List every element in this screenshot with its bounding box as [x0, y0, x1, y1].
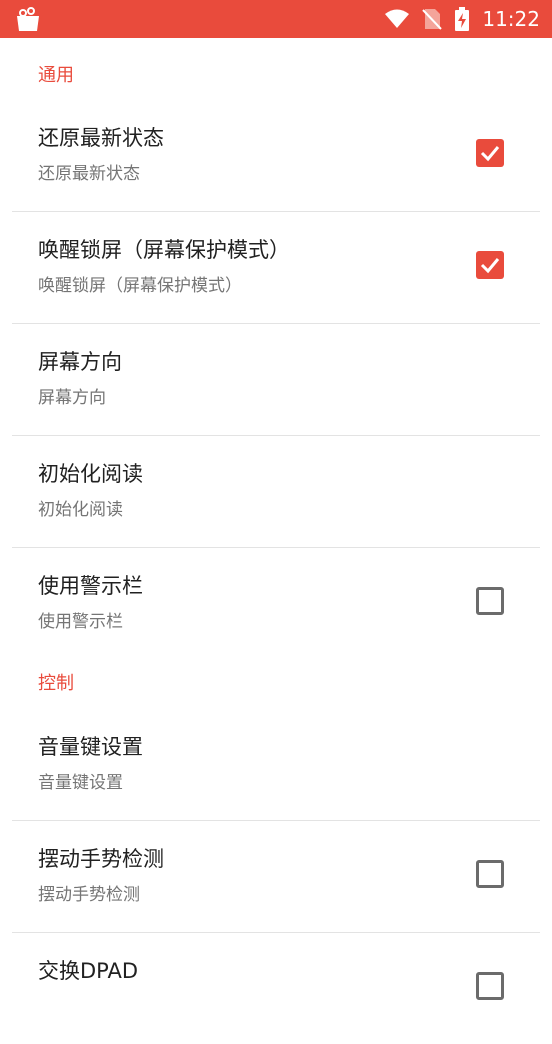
pref-title: 摆动手势检测 — [38, 847, 164, 871]
pref-summary: 还原最新状态 — [38, 164, 140, 184]
pref-summary: 使用警示栏 — [38, 612, 123, 632]
section-title-general: 通用 — [38, 65, 74, 86]
checkbox-unchecked[interactable] — [476, 972, 504, 1000]
wifi-icon — [385, 9, 410, 28]
pref-summary: 屏幕方向 — [38, 388, 106, 408]
status-time: 11:22 — [482, 7, 540, 31]
pref-title: 初始化阅读 — [38, 462, 143, 486]
pref-init-reading[interactable]: 初始化阅读 初始化阅读 — [12, 436, 540, 548]
pref-summary: 唤醒锁屏（屏幕保护模式） — [38, 276, 242, 296]
check-icon — [480, 258, 500, 274]
settings-list: 通用 还原最新状态 还原最新状态 唤醒锁屏（屏幕保护模式） 唤醒锁屏（屏幕保护模… — [0, 38, 552, 1044]
pref-swap-dpad[interactable]: 交换DPAD — [12, 933, 540, 1044]
pref-volume-keys[interactable]: 音量键设置 音量键设置 — [12, 709, 540, 821]
checkbox-checked[interactable] — [476, 251, 504, 279]
pref-title: 音量键设置 — [38, 735, 143, 759]
pref-restore-state[interactable]: 还原最新状态 还原最新状态 — [12, 100, 540, 212]
pref-alert-bar[interactable]: 使用警示栏 使用警示栏 — [12, 548, 540, 659]
pref-summary: 初始化阅读 — [38, 500, 123, 520]
pref-title: 屏幕方向 — [38, 350, 122, 374]
pref-title: 唤醒锁屏（屏幕保护模式） — [38, 238, 290, 262]
battery-charging-icon — [455, 7, 470, 31]
pref-summary: 摆动手势检测 — [38, 885, 140, 905]
shopping-bag-icon — [17, 7, 39, 31]
pref-summary: 音量键设置 — [38, 773, 123, 793]
pref-title: 使用警示栏 — [38, 574, 143, 598]
pref-swing-gesture[interactable]: 摆动手势检测 摆动手势检测 — [12, 821, 540, 933]
checkbox-checked[interactable] — [476, 139, 504, 167]
check-icon — [480, 146, 500, 162]
checkbox-unchecked[interactable] — [476, 587, 504, 615]
no-sim-icon — [422, 9, 443, 30]
checkbox-unchecked[interactable] — [476, 860, 504, 888]
pref-screen-orientation[interactable]: 屏幕方向 屏幕方向 — [12, 324, 540, 436]
pref-title: 还原最新状态 — [38, 126, 164, 150]
section-title-control: 控制 — [38, 673, 74, 694]
status-bar: 11:22 — [0, 0, 552, 38]
pref-wake-lock[interactable]: 唤醒锁屏（屏幕保护模式） 唤醒锁屏（屏幕保护模式） — [12, 212, 540, 324]
